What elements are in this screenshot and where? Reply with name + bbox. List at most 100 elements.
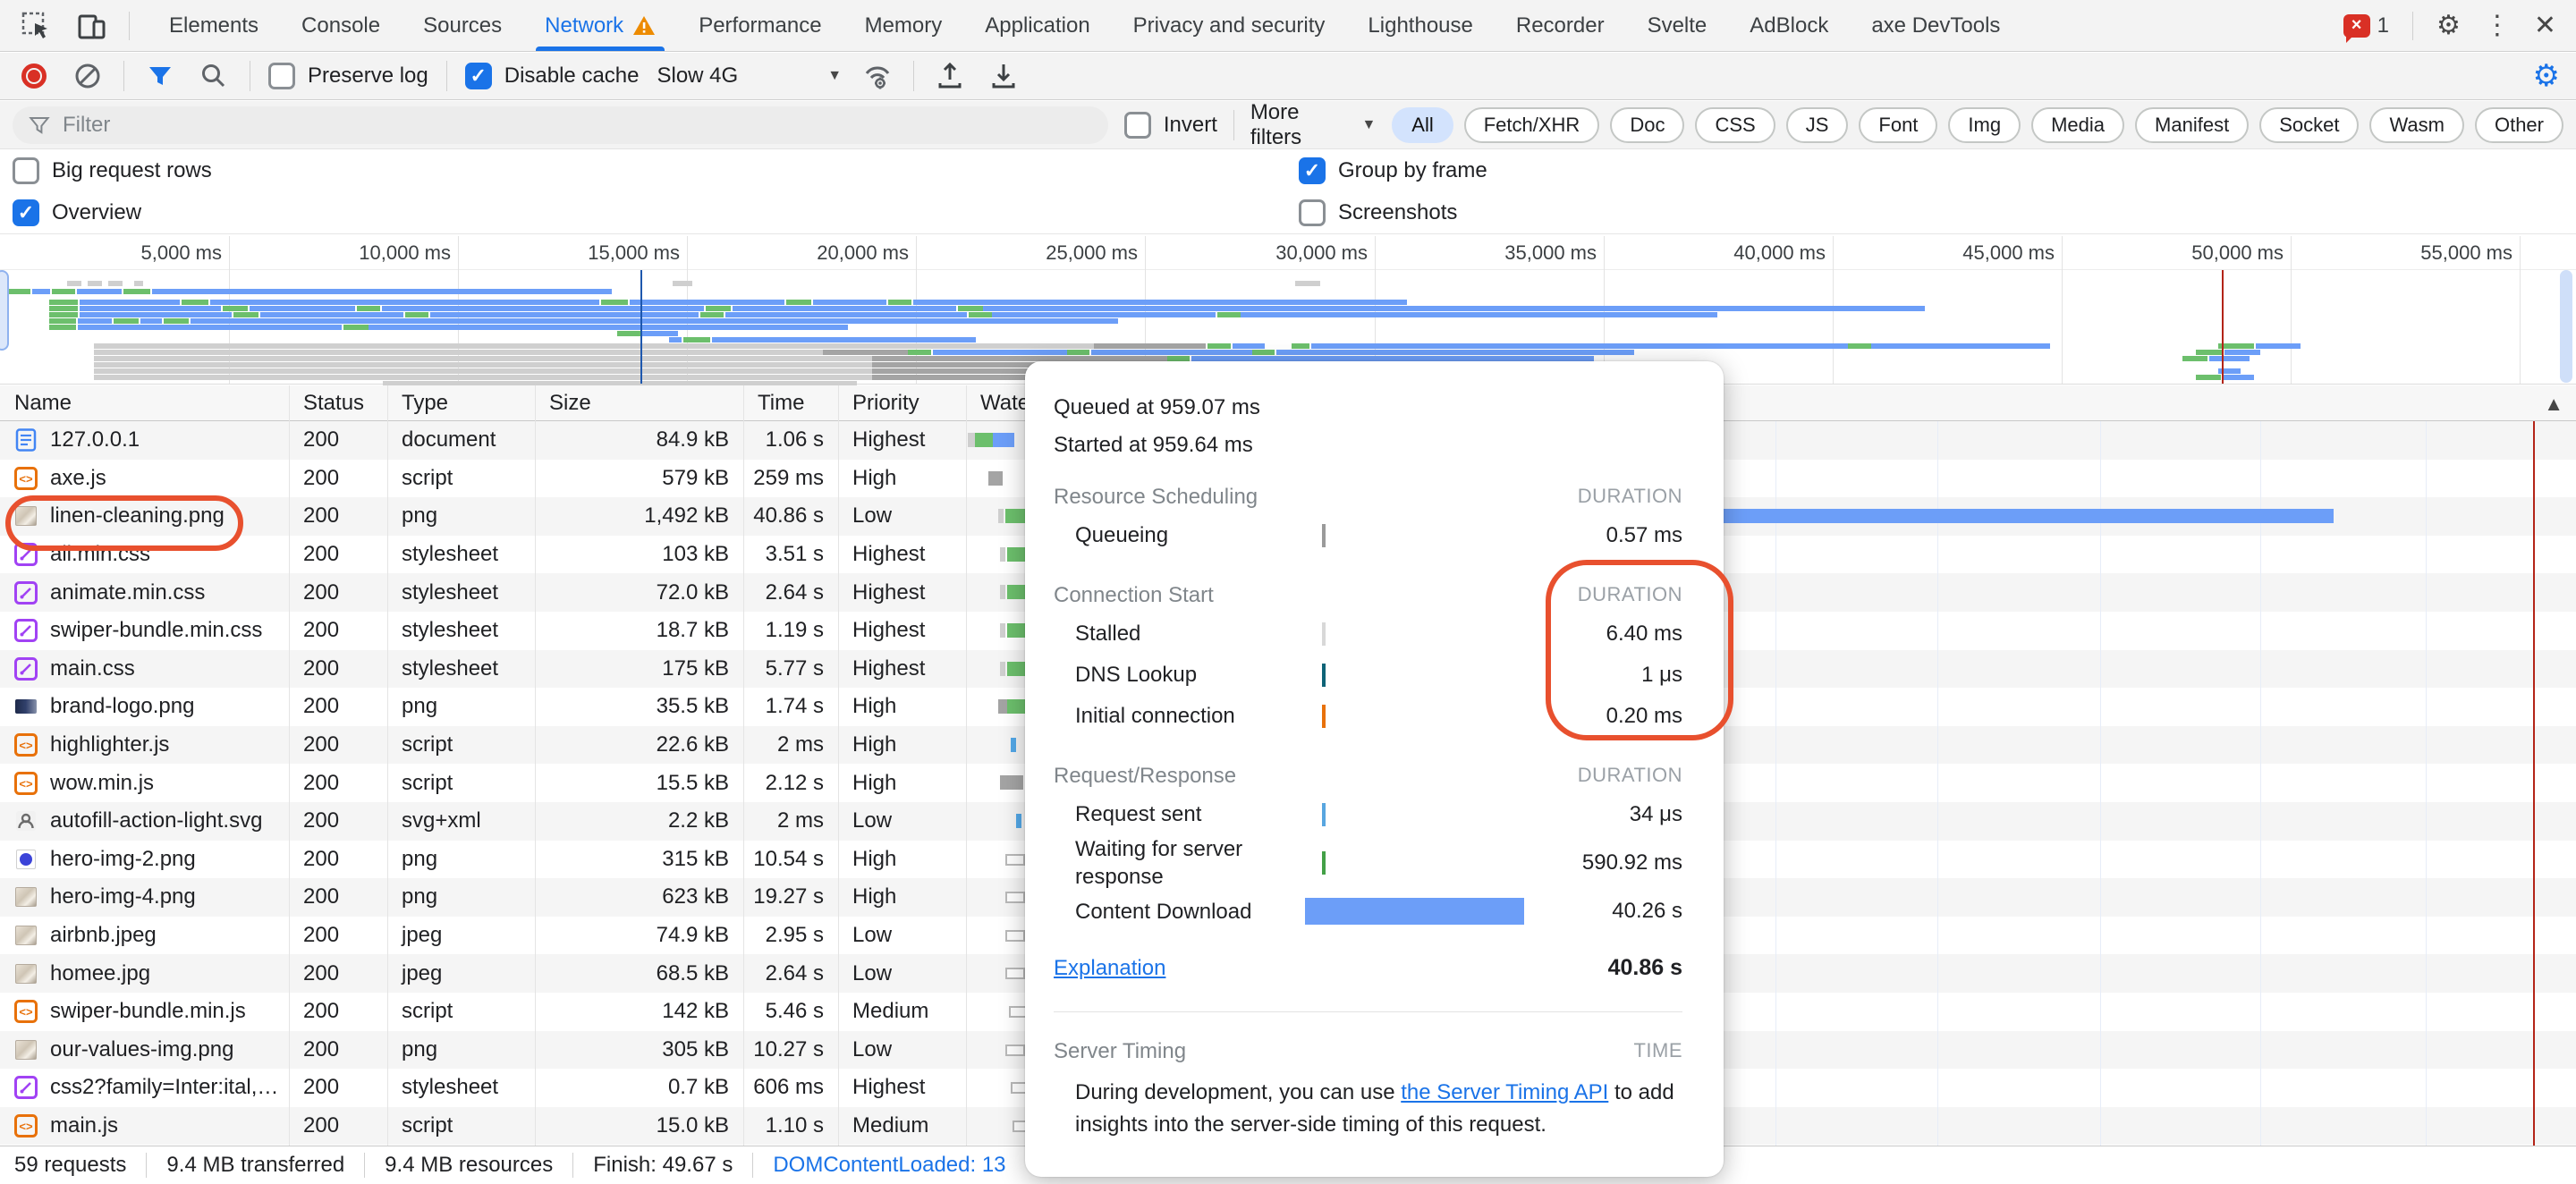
record-network-log-button[interactable] [16,58,52,94]
tab-privacy-and-security[interactable]: Privacy and security [1112,0,1347,51]
inspect-element-icon[interactable] [18,8,54,44]
timing-label: Initial connection [1054,702,1322,730]
filter-chip-other[interactable]: Other [2475,107,2563,143]
status-item[interactable]: DOMContentLoaded: 13 [753,1153,1025,1178]
tab-recorder[interactable]: Recorder [1495,0,1626,51]
overview-left-handle[interactable] [0,270,9,351]
tab-svelte[interactable]: Svelte [1626,0,1729,51]
throttling-dropdown[interactable]: Slow 4G ▼ [657,63,842,89]
big-request-rows-checkbox[interactable]: Big request rows [13,157,212,184]
filter-chip-img[interactable]: Img [1948,107,2021,143]
request-name-cell[interactable]: <>axe.js [0,460,289,498]
request-name-cell[interactable]: homee.jpg [0,954,289,993]
invert-checkbox[interactable]: Invert [1124,112,1217,139]
disable-cache-checkbox[interactable]: Disable cache [465,63,640,89]
explanation-link[interactable]: Explanation [1054,956,1165,981]
timing-section-header: Resource SchedulingDURATION [1054,485,1682,510]
tab-sources[interactable]: Sources [402,0,523,51]
filter-chip-socket[interactable]: Socket [2259,107,2359,143]
column-header-type[interactable]: Type [387,385,535,421]
overview-right-handle[interactable] [2560,270,2572,383]
request-name-cell[interactable]: <>highlighter.js [0,726,289,765]
filter-toggle-icon[interactable] [142,58,178,94]
request-name-cell[interactable]: brand-logo.png [0,688,289,726]
column-header-status[interactable]: Status [289,385,387,421]
settings-gear-icon[interactable]: ⚙ [2436,13,2461,39]
big-request-rows-box[interactable] [13,157,39,184]
screenshots-checkbox[interactable]: Screenshots [1299,199,1457,226]
request-name-cell[interactable]: main.css [0,650,289,689]
issues-count[interactable]: × 1 [2343,13,2389,38]
search-icon[interactable] [196,58,232,94]
preserve-log-box[interactable] [268,63,295,89]
filter-chip-font[interactable]: Font [1859,107,1937,143]
filter-chip-js[interactable]: JS [1786,107,1849,143]
request-name-cell[interactable]: animate.min.css [0,573,289,612]
size-cell: 623 kB [535,878,743,917]
group-by-frame-checkbox[interactable]: Group by frame [1299,157,1487,184]
request-name-cell[interactable]: css2?family=Inter:ital,… [0,1069,289,1107]
request-name-cell[interactable]: airbnb.jpeg [0,917,289,955]
tab-label: Svelte [1648,13,1707,38]
kebab-menu-icon[interactable]: ⋮ [2484,13,2511,39]
tab-console[interactable]: Console [280,0,402,51]
preserve-log-checkbox[interactable]: Preserve log [268,63,428,89]
filter-chip-wasm[interactable]: Wasm [2369,107,2464,143]
overview-checkbox[interactable]: Overview [13,199,141,226]
request-name-cell[interactable]: <>main.js [0,1107,289,1146]
invert-box[interactable] [1124,112,1151,139]
server-timing-api-link[interactable]: the Server Timing API [1401,1080,1608,1104]
tab-memory[interactable]: Memory [843,0,964,51]
export-har-icon[interactable] [986,58,1021,94]
tab-application[interactable]: Application [963,0,1111,51]
request-name-cell[interactable]: <>swiper-bundle.min.js [0,993,289,1031]
filter-chip-css[interactable]: CSS [1695,107,1775,143]
column-header-priority[interactable]: Priority [838,385,966,421]
request-name-cell[interactable]: hero-img-2.png [0,841,289,879]
filter-chip-fetch-xhr[interactable]: Fetch/XHR [1464,107,1600,143]
waterfall-sort-icon[interactable]: ▲ [2544,393,2563,416]
device-toolbar-icon[interactable] [73,8,109,44]
overview-gridline [2062,236,2063,384]
disable-cache-box[interactable] [465,63,492,89]
document-file-icon [14,428,38,452]
more-filters-dropdown[interactable]: More filters ▼ [1250,100,1376,150]
overview-gridline [2520,236,2521,384]
screenshots-box[interactable] [1299,199,1326,226]
column-header-size[interactable]: Size [535,385,743,421]
tab-performance[interactable]: Performance [677,0,843,51]
column-header-name[interactable]: Name [0,385,289,421]
filter-chip-manifest[interactable]: Manifest [2135,107,2249,143]
group-by-frame-box[interactable] [1299,157,1326,184]
request-name-cell[interactable]: 127.0.0.1 [0,421,289,460]
status-cell: 200 [289,460,387,498]
close-icon[interactable]: ✕ [2534,13,2556,39]
request-name-cell[interactable]: autofill-action-light.svg [0,802,289,841]
clear-network-log-button[interactable] [70,58,106,94]
tab-adblock[interactable]: AdBlock [1728,0,1850,51]
filter-chip-media[interactable]: Media [2031,107,2124,143]
request-name-cell[interactable]: hero-img-4.png [0,878,289,917]
tab-axe-devtools[interactable]: axe DevTools [1850,0,2021,51]
request-name-cell[interactable]: our-values-img.png [0,1031,289,1070]
request-name: airbnb.jpeg [50,923,157,948]
image-file-icon [14,1038,38,1061]
column-header-time[interactable]: Time [743,385,838,421]
network-settings-gear-icon[interactable]: ⚙ [2533,61,2560,91]
filter-row: Filter Invert More filters ▼ All Fetch/XH… [0,101,2576,149]
tab-network[interactable]: Network [523,0,677,51]
overview-box[interactable] [13,199,39,226]
total-duration: 40.86 s [1608,955,1682,981]
request-name: main.css [50,656,135,681]
filter-chip-doc[interactable]: Doc [1610,107,1684,143]
priority-cell: Low [838,1031,966,1070]
tab-elements[interactable]: Elements [148,0,280,51]
timing-section-title: Request/Response [1054,764,1236,789]
tab-lighthouse[interactable]: Lighthouse [1346,0,1494,51]
network-conditions-icon[interactable] [860,58,895,94]
filter-input[interactable]: Filter [13,106,1108,144]
request-name-cell[interactable]: swiper-bundle.min.css [0,612,289,650]
request-name-cell[interactable]: <>wow.min.js [0,764,289,802]
filter-chip-all[interactable]: All [1392,107,1453,143]
import-har-icon[interactable] [932,58,968,94]
